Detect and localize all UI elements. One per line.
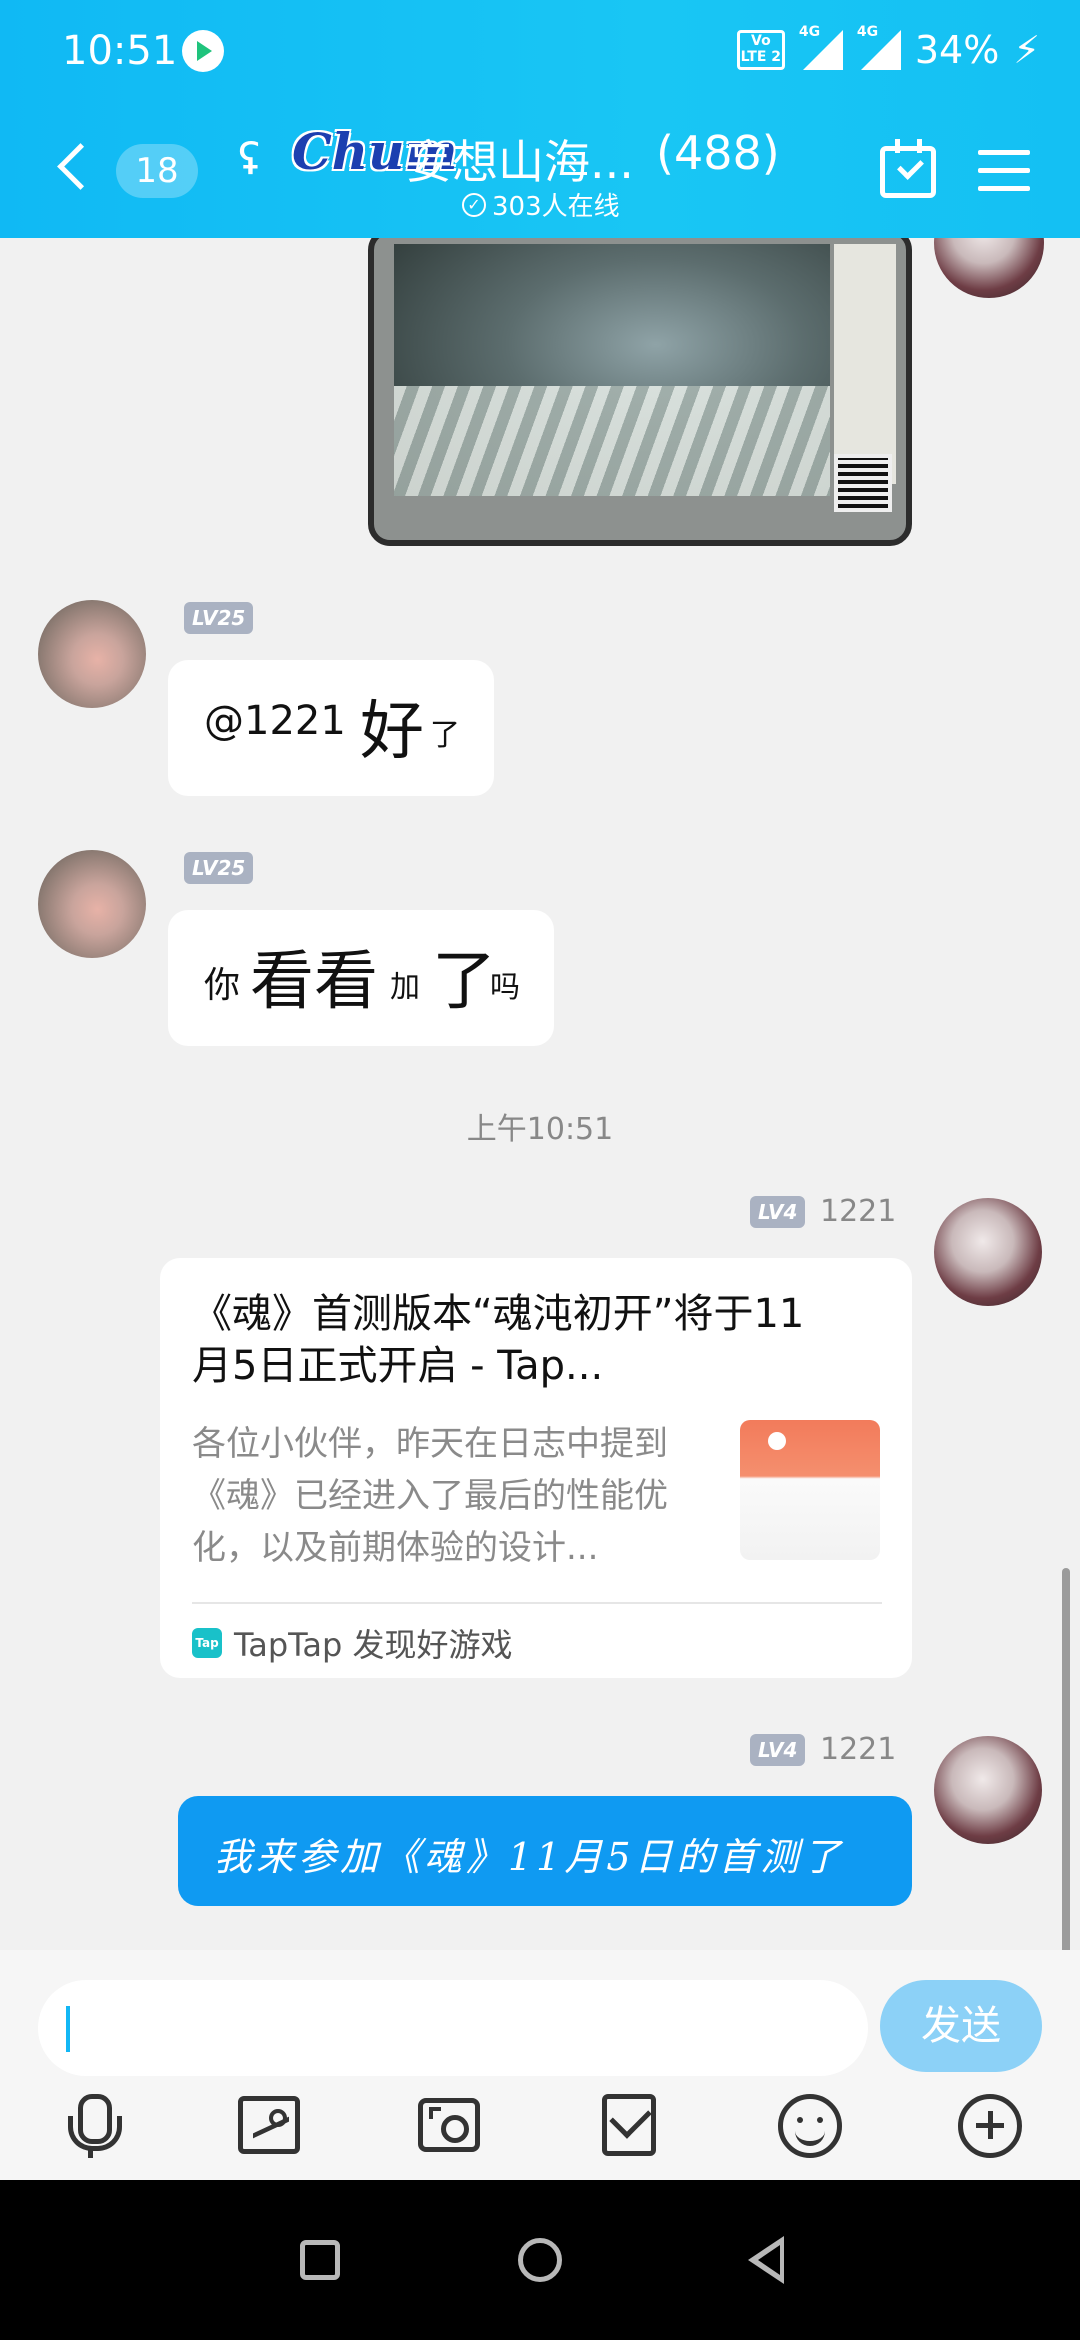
charging-bolt-icon: ⚡ <box>1013 28 1040 72</box>
image-side-panel <box>834 244 896 484</box>
message-text: 加 <box>390 970 420 1005</box>
sent-message-bubble[interactable]: 我来参加《魂》11月5日的首测了 <box>178 1796 912 1906</box>
qr-code <box>834 454 892 512</box>
avatar[interactable] <box>38 600 146 708</box>
message-bubble[interactable]: 你 看看 加 了 吗 <box>168 910 554 1046</box>
input-area: 发送 <box>0 1950 1080 2180</box>
message-text: 看看 <box>250 945 378 1019</box>
message-bubble[interactable]: @1221 好 了 <box>168 660 494 796</box>
battery-percent: 34% <box>914 28 1000 72</box>
message-text: 了 <box>430 718 460 753</box>
title-bar: 18 ʢ Chum 妄想山海... (488) ✓ 303人在线 <box>0 120 1080 230</box>
avatar[interactable] <box>38 850 146 958</box>
sender-name: 1221 <box>820 1194 897 1229</box>
link-source: TapTap 发现好游戏 <box>234 1626 513 1664</box>
group-name[interactable]: 妄想山海... <box>406 126 634 192</box>
plus-icon[interactable] <box>958 2094 1022 2158</box>
camera-icon[interactable] <box>418 2098 480 2152</box>
message-text: 好 <box>360 695 424 769</box>
status-indicators: Vo LTE 2 4G 4G 34% ⚡ <box>736 24 1040 72</box>
microphone-icon[interactable] <box>54 2090 126 2162</box>
back-icon[interactable] <box>52 144 92 194</box>
message-text: 你 <box>204 965 241 1006</box>
unread-count-badge[interactable]: 18 <box>116 144 198 198</box>
divider <box>192 1602 882 1604</box>
level-badge: LV25 <box>184 602 254 634</box>
volte-icon: Vo LTE 2 <box>736 30 785 70</box>
emoji-icon[interactable] <box>778 2094 842 2158</box>
timestamp-divider: 上午10:51 <box>466 1112 614 1147</box>
level-badge: LV4 <box>750 1734 806 1766</box>
message-text: 吗 <box>490 970 520 1005</box>
online-status: ✓ 303人在线 <box>462 186 620 223</box>
level-badge: LV25 <box>184 852 254 884</box>
game-screenshot <box>394 244 830 496</box>
app-play-icon <box>182 30 224 72</box>
red-packet-icon[interactable] <box>602 2094 656 2156</box>
scrollbar[interactable] <box>1062 1568 1070 1950</box>
image-message[interactable] <box>368 238 912 546</box>
chat-header: 10:51 Vo LTE 2 4G 4G 34% ⚡ 18 ʢ Chum 妄想山… <box>0 0 1080 238</box>
level-badge: LV4 <box>750 1196 806 1228</box>
send-button[interactable]: 发送 <box>880 1980 1042 2072</box>
back-triangle-icon[interactable] <box>744 2236 788 2284</box>
status-time: 10:51 <box>62 28 178 74</box>
signal-icon: 4G <box>799 24 843 70</box>
message-text: @1221 <box>204 698 346 744</box>
member-count[interactable]: (488) <box>656 126 780 180</box>
signal-icon-2: 4G <box>857 24 901 70</box>
message-text: 我来参加《魂》11月5日的首测了 <box>214 1835 845 1879</box>
link-card[interactable]: 《魂》首测版本“魂沌初开”将于11月5日正式开启 - Tap... 各位小伙伴，… <box>160 1258 912 1678</box>
avatar[interactable] <box>934 238 1044 298</box>
ear-icon[interactable]: ʢ <box>238 134 260 185</box>
chat-messages[interactable]: LV25 @1221 好 了 LV25 你 看看 加 了 吗 上午10:51 L… <box>0 238 1080 1950</box>
image-icon[interactable] <box>238 2096 300 2154</box>
link-thumbnail <box>740 1420 880 1560</box>
calendar-check-icon[interactable] <box>880 139 936 198</box>
online-check-icon: ✓ <box>462 192 486 217</box>
taptap-icon: Tap <box>192 1628 222 1658</box>
text-cursor <box>66 2006 70 2052</box>
system-nav-bar <box>0 2180 1080 2340</box>
link-title: 《魂》首测版本“魂沌初开”将于11月5日正式开启 - Tap... <box>192 1291 805 1389</box>
link-description: 各位小伙伴，昨天在日志中提到《魂》已经进入了最后的性能优化，以及前期体验的设计.… <box>192 1424 668 1568</box>
menu-icon[interactable] <box>978 150 1030 191</box>
online-text: 303人在线 <box>492 192 620 222</box>
avatar[interactable] <box>934 1736 1042 1844</box>
message-input[interactable] <box>38 1980 868 2076</box>
message-text: 了 <box>432 945 496 1019</box>
home-icon[interactable] <box>518 2238 562 2282</box>
input-toolbar <box>0 2090 1080 2180</box>
sender-name: 1221 <box>820 1732 897 1767</box>
avatar[interactable] <box>934 1198 1042 1306</box>
recent-apps-icon[interactable] <box>300 2240 340 2280</box>
